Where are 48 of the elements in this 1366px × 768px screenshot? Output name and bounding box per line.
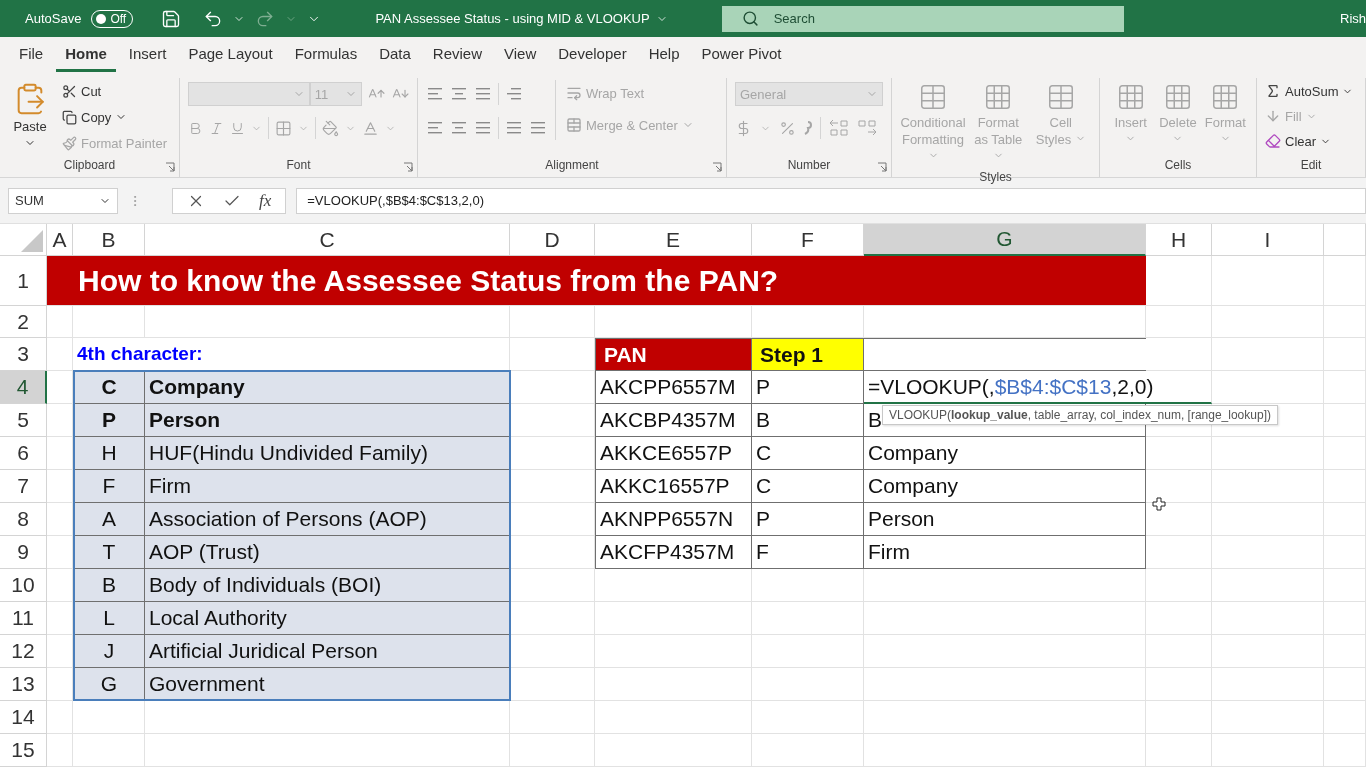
group-label: Edit bbox=[1299, 157, 1323, 174]
table-cell: Firm bbox=[145, 470, 510, 503]
table-cell: F bbox=[73, 470, 145, 503]
group-label: Font bbox=[285, 157, 312, 174]
group-label: Number bbox=[786, 157, 832, 174]
table-cell: AKKC16557P bbox=[595, 470, 752, 503]
table-cell: Artificial Juridical Person bbox=[145, 635, 510, 668]
table-cell: B bbox=[752, 404, 864, 437]
cell-text: Person bbox=[867, 507, 936, 531]
table-cell: L bbox=[73, 602, 145, 635]
table-cell: P bbox=[752, 503, 864, 536]
function-tooltip: VLOOKUP(lookup_value, table_array, col_index_num, [range_lookup]) bbox=[882, 405, 1278, 425]
table-cell: Local Authority bbox=[145, 602, 510, 635]
table-cell: AKNPP6557N bbox=[595, 503, 752, 536]
table-cell: AKKCE6557P bbox=[595, 437, 752, 470]
group-label: Clipboard bbox=[62, 157, 117, 174]
cell-text: B bbox=[867, 408, 883, 432]
group-label: Cells bbox=[1163, 157, 1193, 174]
table-cell: H bbox=[73, 437, 145, 470]
table-cell: Association of Persons (AOP) bbox=[145, 503, 510, 536]
group-label: Styles bbox=[978, 169, 1013, 186]
table-cell: AKCPP6557M bbox=[595, 371, 752, 404]
cell-text: Firm bbox=[867, 540, 911, 564]
table-cell: F bbox=[752, 536, 864, 569]
table-cell: A bbox=[73, 503, 145, 536]
header-cell: Step 1 bbox=[752, 338, 864, 371]
header-cell: PAN bbox=[595, 338, 752, 371]
cell-text: Company bbox=[867, 441, 959, 465]
group-label: Alignment bbox=[544, 157, 600, 174]
table-cell: HUF(Hindu Undivided Family) bbox=[145, 437, 510, 470]
table-cell: P bbox=[73, 404, 145, 437]
table-cell: P bbox=[752, 371, 864, 404]
cell-text: Company bbox=[867, 474, 959, 498]
table-cell: Person bbox=[145, 404, 510, 437]
table-cell: Body of Individuals (BOI) bbox=[145, 569, 510, 602]
table-cell: C bbox=[752, 437, 864, 470]
table-cell: AKCFP4357M bbox=[595, 536, 752, 569]
sheet-title: How to know the Assessee Status from the PAN? bbox=[47, 256, 1146, 306]
table-cell: AKCBP4357M bbox=[595, 404, 752, 437]
table-cell: Government bbox=[145, 668, 510, 701]
table-cell: T bbox=[73, 536, 145, 569]
table-cell: C bbox=[752, 470, 864, 503]
table-cell: Company bbox=[145, 371, 510, 404]
table-cell: B bbox=[73, 569, 145, 602]
table-cell: G bbox=[73, 668, 145, 701]
table-cell: AOP (Trust) bbox=[145, 536, 510, 569]
autosave-label: AutoSave bbox=[25, 11, 82, 26]
table-cell: J bbox=[73, 635, 145, 668]
